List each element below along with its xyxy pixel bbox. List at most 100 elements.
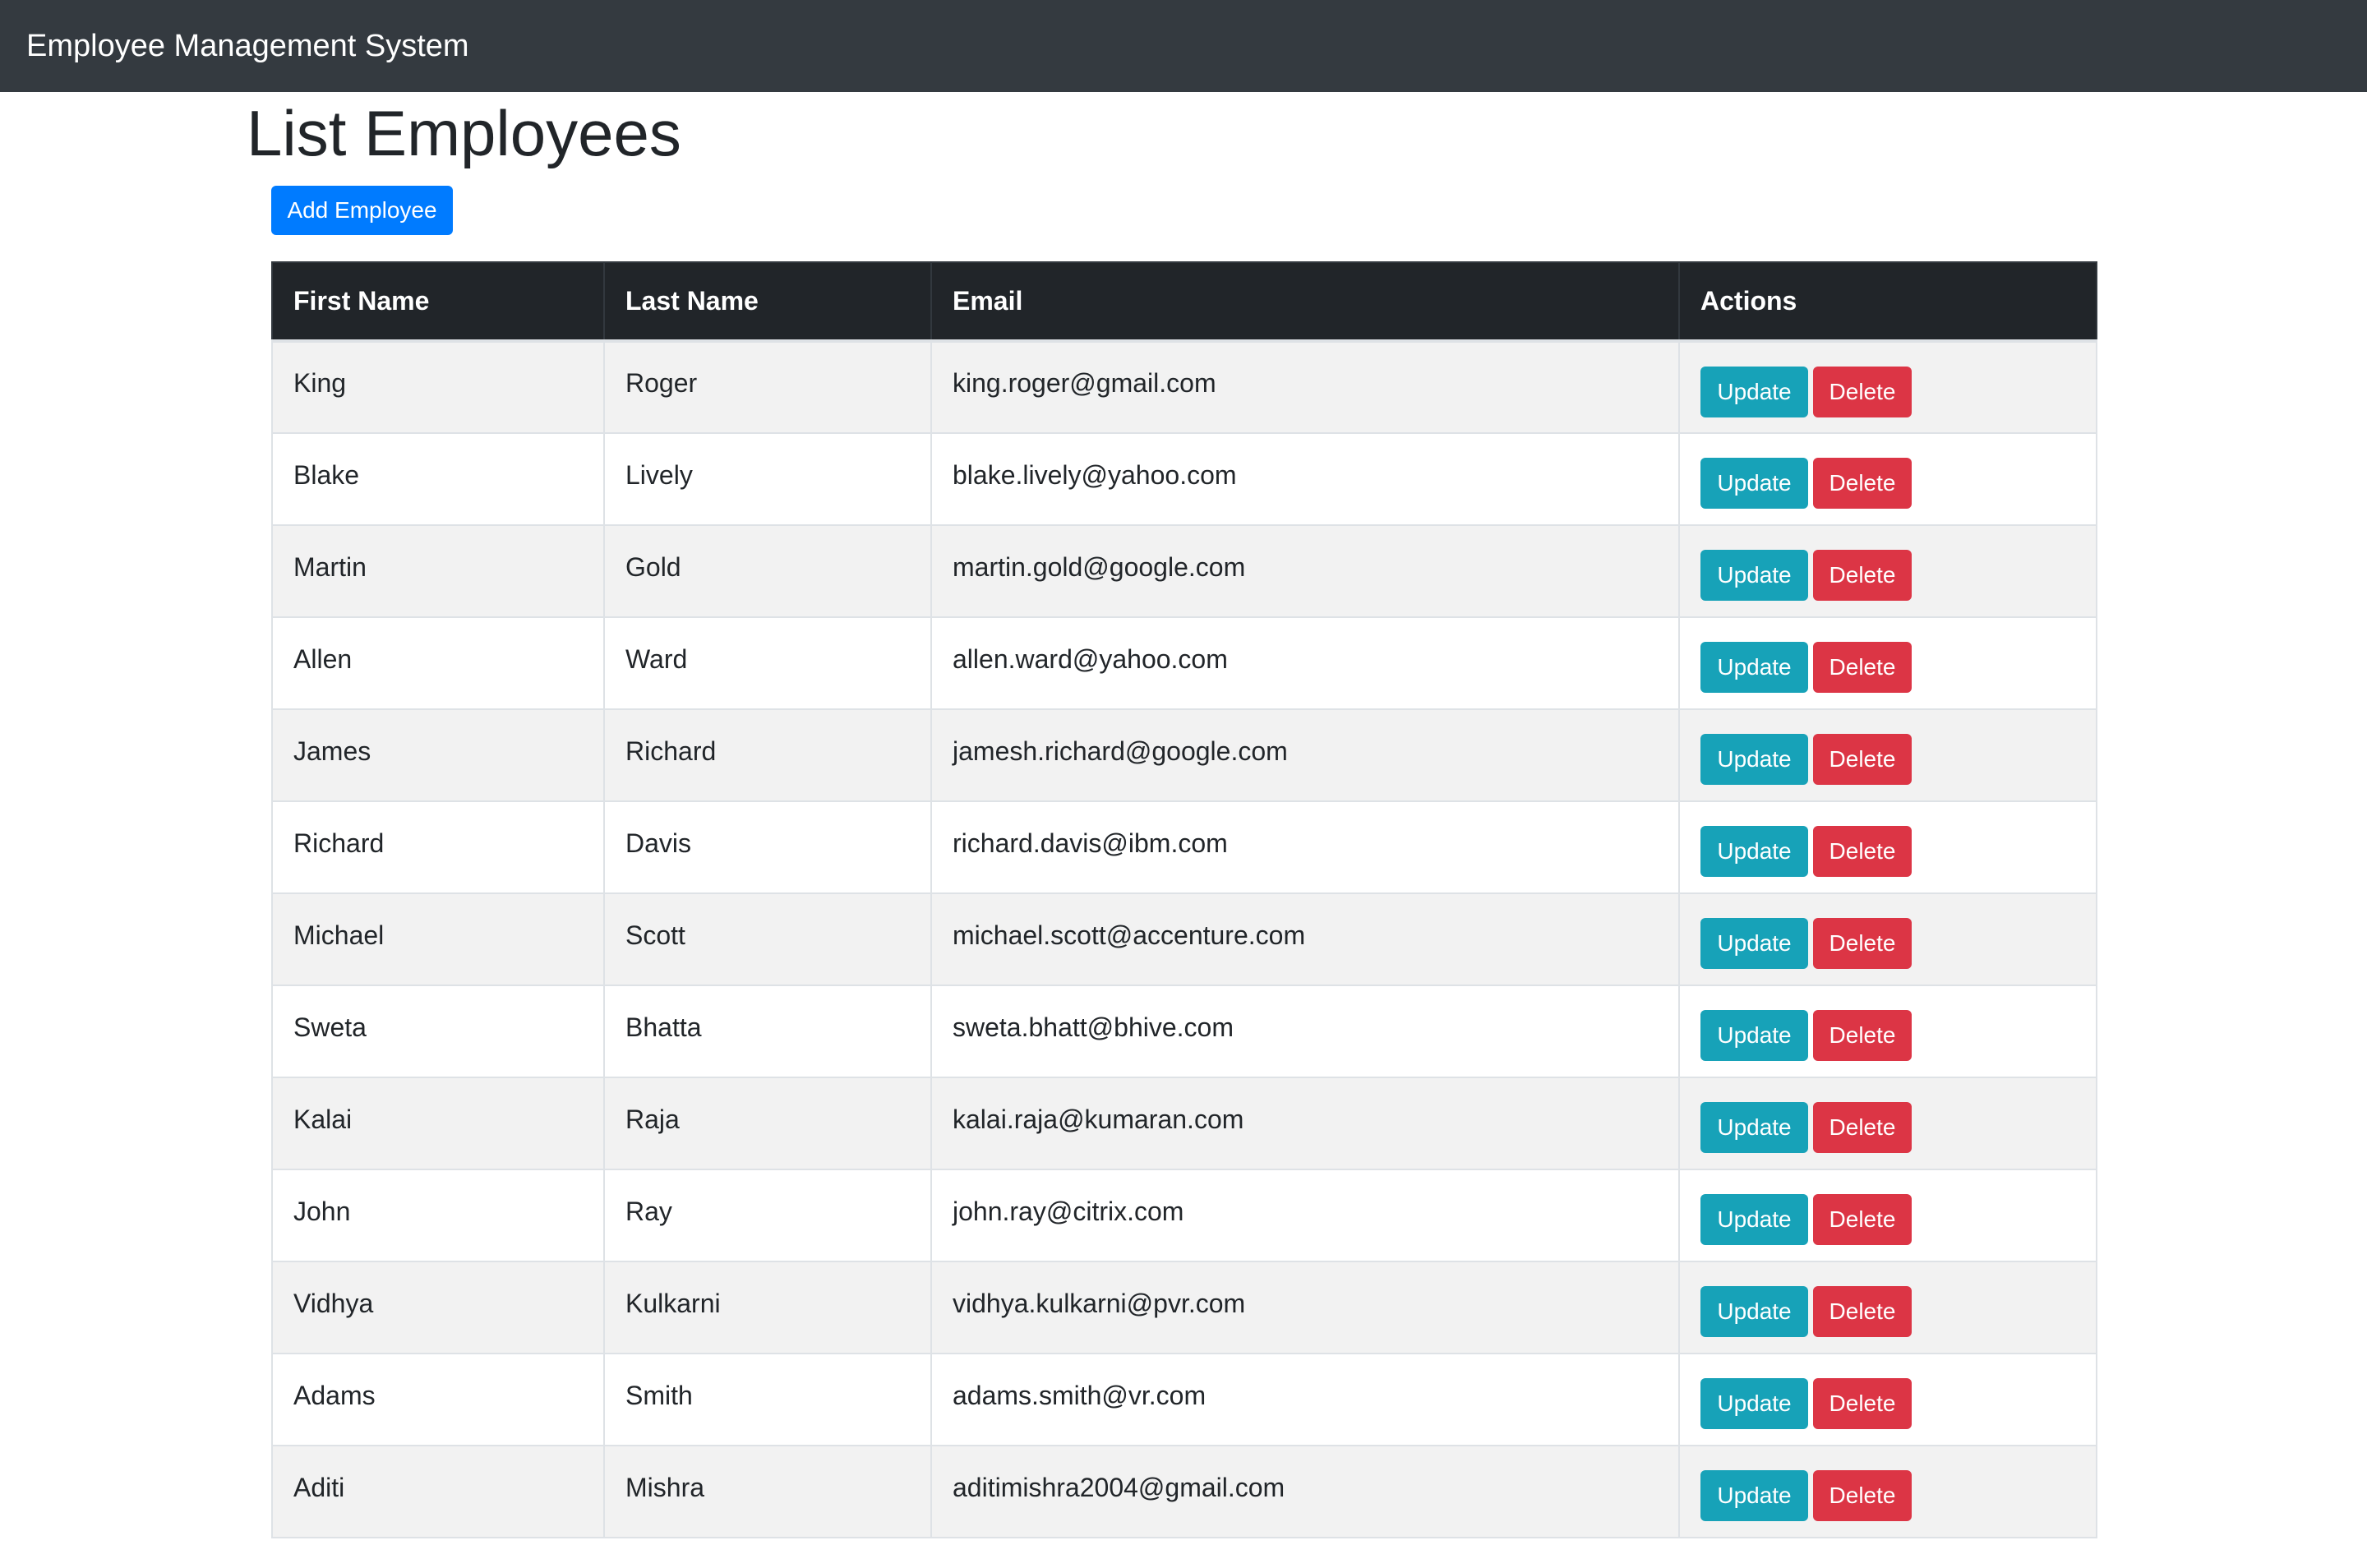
delete-button[interactable]: Delete — [1813, 550, 1912, 601]
delete-button[interactable]: Delete — [1813, 366, 1912, 417]
actions-cell: Update Delete — [1678, 1445, 2097, 1538]
email-cell: aditimishra2004@gmail.com — [930, 1445, 1680, 1538]
add-employee-button[interactable]: Add Employee — [271, 186, 453, 235]
last-name-cell: Ray — [603, 1169, 932, 1262]
last-name-cell: Scott — [603, 892, 932, 986]
first-name-cell: Allen — [271, 616, 605, 710]
column-header-actions: Actions — [1678, 261, 2097, 343]
actions-cell: Update Delete — [1678, 1261, 2097, 1354]
delete-button[interactable]: Delete — [1813, 918, 1912, 969]
delete-button[interactable]: Delete — [1813, 1378, 1912, 1429]
update-button[interactable]: Update — [1700, 458, 1808, 509]
delete-button[interactable]: Delete — [1813, 1286, 1912, 1337]
update-button[interactable]: Update — [1700, 918, 1808, 969]
column-header-first-name: First Name — [271, 261, 605, 343]
actions-cell: Update Delete — [1678, 800, 2097, 894]
email-cell: sweta.bhatt@bhive.com — [930, 985, 1680, 1078]
first-name-cell: James — [271, 708, 605, 802]
table-row: Adams Smith adams.smith@vr.com Update Delete — [271, 1353, 2097, 1446]
delete-button[interactable]: Delete — [1813, 826, 1912, 877]
delete-button[interactable]: Delete — [1813, 1102, 1912, 1153]
update-button[interactable]: Update — [1700, 826, 1808, 877]
table-row: King Roger king.roger@gmail.com Update Delet… — [271, 340, 2097, 434]
table-header: First Name Last Name Email Actions — [271, 261, 2097, 343]
email-cell: adams.smith@vr.com — [930, 1353, 1680, 1446]
first-name-cell: Sweta — [271, 985, 605, 1078]
delete-button[interactable]: Delete — [1813, 642, 1912, 693]
last-name-cell: Davis — [603, 800, 932, 894]
table-row: Michael Scott michael.scott@accenture.com U… — [271, 892, 2097, 986]
table-row: Vidhya Kulkarni vidhya.kulkarni@pvr.com Upd… — [271, 1261, 2097, 1354]
email-cell: kalai.raja@kumaran.com — [930, 1077, 1680, 1170]
table-row: Richard Davis richard.davis@ibm.com Update D… — [271, 800, 2097, 894]
delete-button[interactable]: Delete — [1813, 1010, 1912, 1061]
first-name-cell: Blake — [271, 432, 605, 526]
actions-cell: Update Delete — [1678, 985, 2097, 1078]
column-header-email: Email — [930, 261, 1680, 343]
email-cell: allen.ward@yahoo.com — [930, 616, 1680, 710]
email-cell: richard.davis@ibm.com — [930, 800, 1680, 894]
update-button[interactable]: Update — [1700, 1378, 1808, 1429]
actions-cell: Update Delete — [1678, 1353, 2097, 1446]
last-name-cell: Gold — [603, 524, 932, 618]
first-name-cell: Michael — [271, 892, 605, 986]
employees-table: First Name Last Name Email Actions King R… — [271, 261, 2097, 1538]
update-button[interactable]: Update — [1700, 550, 1808, 601]
first-name-cell: John — [271, 1169, 605, 1262]
actions-cell: Update Delete — [1678, 708, 2097, 802]
delete-button[interactable]: Delete — [1813, 458, 1912, 509]
table-row: Kalai Raja kalai.raja@kumaran.com Update Del… — [271, 1077, 2097, 1170]
actions-cell: Update Delete — [1678, 340, 2097, 434]
update-button[interactable]: Update — [1700, 1194, 1808, 1245]
last-name-cell: Bhatta — [603, 985, 932, 1078]
update-button[interactable]: Update — [1700, 1010, 1808, 1061]
update-button[interactable]: Update — [1700, 642, 1808, 693]
last-name-cell: Roger — [603, 340, 932, 434]
actions-cell: Update Delete — [1678, 616, 2097, 710]
table-row: Aditi Mishra aditimishra2004@gmail.com Upda… — [271, 1445, 2097, 1538]
last-name-cell: Mishra — [603, 1445, 932, 1538]
last-name-cell: Lively — [603, 432, 932, 526]
last-name-cell: Ward — [603, 616, 932, 710]
email-cell: martin.gold@google.com — [930, 524, 1680, 618]
actions-cell: Update Delete — [1678, 1169, 2097, 1262]
table-row: John Ray john.ray@citrix.com Update Delete — [271, 1169, 2097, 1262]
top-navbar: Employee Management System — [0, 0, 2367, 92]
update-button[interactable]: Update — [1700, 1470, 1808, 1521]
table-row: Martin Gold martin.gold@google.com Update De… — [271, 524, 2097, 618]
email-cell: vidhya.kulkarni@pvr.com — [930, 1261, 1680, 1354]
email-cell: michael.scott@accenture.com — [930, 892, 1680, 986]
table-body: King Roger king.roger@gmail.com Update Delet… — [271, 340, 2097, 1538]
first-name-cell: Aditi — [271, 1445, 605, 1538]
table-row: James Richard jamesh.richard@google.com Upd… — [271, 708, 2097, 802]
actions-cell: Update Delete — [1678, 1077, 2097, 1170]
first-name-cell: Adams — [271, 1353, 605, 1446]
email-cell: blake.lively@yahoo.com — [930, 432, 1680, 526]
navbar-brand[interactable]: Employee Management System — [26, 30, 469, 62]
update-button[interactable]: Update — [1700, 734, 1808, 785]
delete-button[interactable]: Delete — [1813, 1194, 1912, 1245]
update-button[interactable]: Update — [1700, 1102, 1808, 1153]
table-row: Allen Ward allen.ward@yahoo.com Update Delet… — [271, 616, 2097, 710]
update-button[interactable]: Update — [1700, 366, 1808, 417]
last-name-cell: Kulkarni — [603, 1261, 932, 1354]
email-cell: john.ray@citrix.com — [930, 1169, 1680, 1262]
email-cell: king.roger@gmail.com — [930, 340, 1680, 434]
page-title: List Employees — [247, 97, 681, 169]
last-name-cell: Richard — [603, 708, 932, 802]
table-row: Blake Lively blake.lively@yahoo.com Update D… — [271, 432, 2097, 526]
email-cell: jamesh.richard@google.com — [930, 708, 1680, 802]
table-header-row: First Name Last Name Email Actions — [271, 261, 2097, 343]
first-name-cell: Vidhya — [271, 1261, 605, 1354]
delete-button[interactable]: Delete — [1813, 734, 1912, 785]
table-row: Sweta Bhatta sweta.bhatt@bhive.com Update De… — [271, 985, 2097, 1078]
first-name-cell: Richard — [271, 800, 605, 894]
actions-cell: Update Delete — [1678, 892, 2097, 986]
actions-cell: Update Delete — [1678, 524, 2097, 618]
first-name-cell: King — [271, 340, 605, 434]
delete-button[interactable]: Delete — [1813, 1470, 1912, 1521]
last-name-cell: Smith — [603, 1353, 932, 1446]
update-button[interactable]: Update — [1700, 1286, 1808, 1337]
last-name-cell: Raja — [603, 1077, 932, 1170]
column-header-last-name: Last Name — [603, 261, 932, 343]
